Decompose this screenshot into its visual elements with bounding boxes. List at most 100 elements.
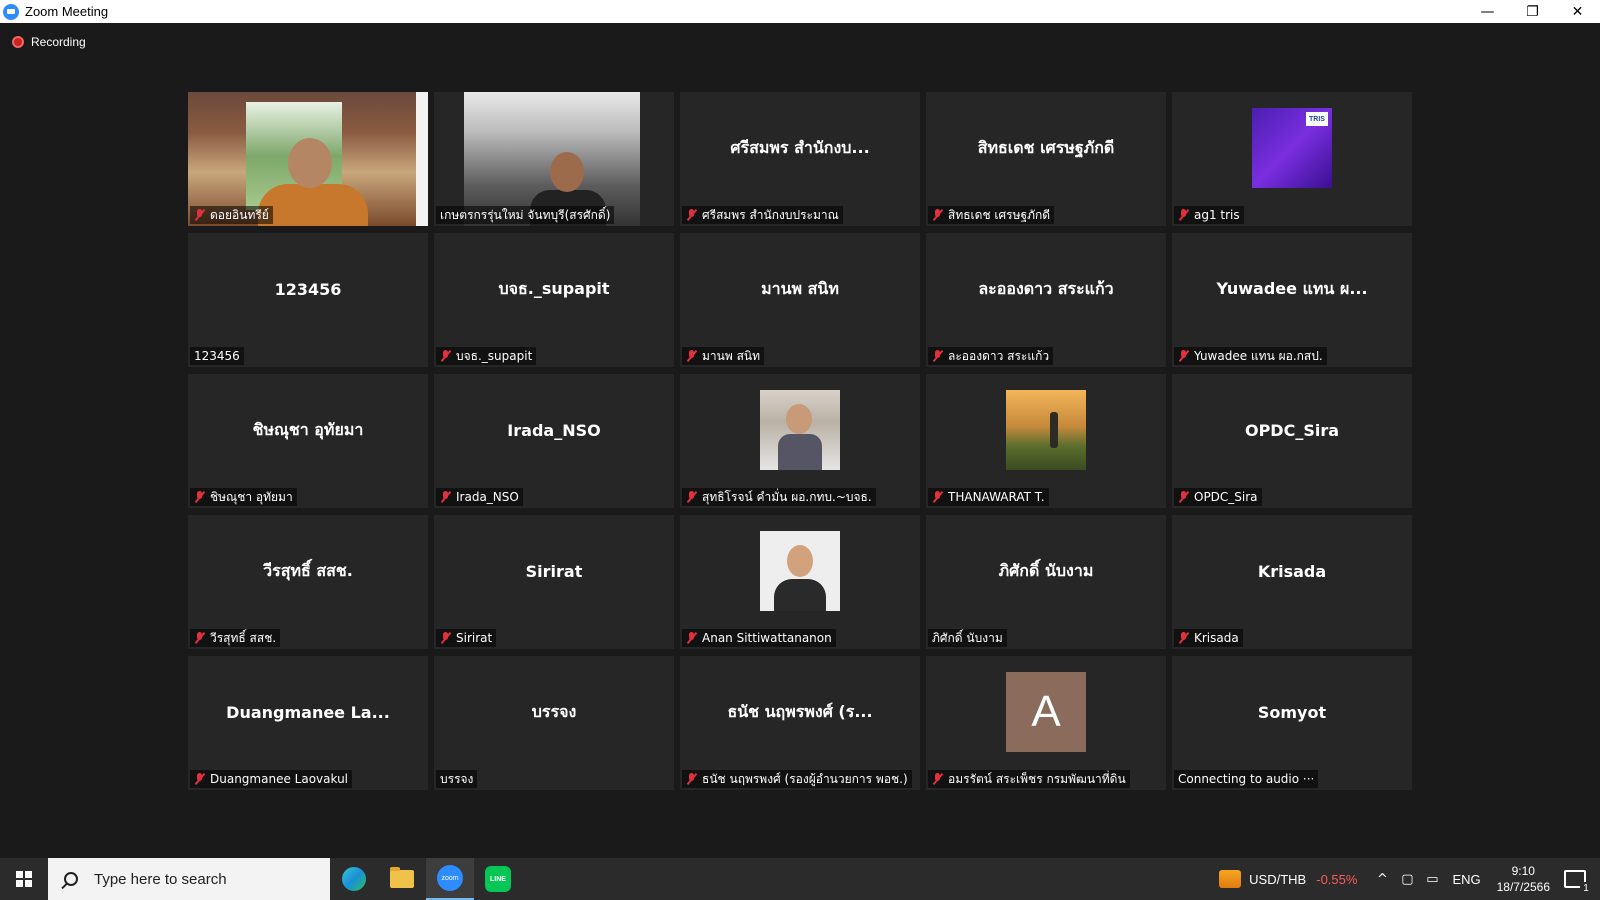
zoom-app-icon <box>3 3 19 20</box>
participant-name-label: สิทธเดช เศรษฐภักดี <box>928 206 1055 224</box>
participant-display-name: มานพ สนิท <box>761 278 839 298</box>
recording-dot-icon <box>12 36 24 48</box>
participant-tile[interactable]: ศรีสมพร สำนักงบ... ศรีสมพร สำนักงบประมาณ <box>680 92 920 226</box>
meet-now-icon[interactable]: ▢ <box>1396 872 1418 887</box>
taskbar-search[interactable]: Type here to search <box>48 858 330 900</box>
search-placeholder: Type here to search <box>94 870 227 888</box>
participant-tile[interactable]: A อมรรัตน์ สระเพ็ชร กรมพัฒนาที่ดิน <box>926 656 1166 790</box>
participant-name-label: เกษตรกรรุ่นใหม่ จันทบุรี(สรศักดิ์) <box>436 206 615 224</box>
clock-time: 9:10 <box>1511 864 1535 878</box>
participant-name-label: สุทธิโรจน์ คำมั่น ผอ.กทบ.~บจธ. <box>682 488 876 506</box>
participant-name: บจธ._supapit <box>456 348 533 363</box>
participant-tile[interactable]: THANAWARAT T. <box>926 374 1166 508</box>
network-icon[interactable]: ▭ <box>1421 872 1443 887</box>
participant-tile[interactable]: ละอองดาว สระแก้ว ละอองดาว สระแก้ว <box>926 233 1166 367</box>
close-button[interactable]: ✕ <box>1555 0 1600 23</box>
participant-tile[interactable]: ชิษณุชา อุทัยมา ชิษณุชา อุทัยมา <box>188 374 428 508</box>
line-taskbar-button[interactable]: LINE <box>474 858 522 900</box>
participant-tile[interactable]: ภิศักดิ์ นับงาม ภิศักดิ์ นับงาม <box>926 515 1166 649</box>
participant-tile[interactable]: Anan Sittiwattananon <box>680 515 920 649</box>
start-button[interactable] <box>0 858 48 900</box>
participant-name: อมรรัตน์ สระเพ็ชร กรมพัฒนาที่ดิน <box>948 771 1126 786</box>
profile-avatar <box>760 390 840 470</box>
participant-name-label: บรรจง <box>436 770 478 788</box>
participant-tile[interactable]: ดอยอินทรีย์ <box>188 92 428 226</box>
recording-indicator[interactable]: Recording <box>12 35 86 49</box>
profile-avatar: A <box>1006 672 1086 752</box>
participant-name: สุทธิโรจน์ คำมั่น ผอ.กทบ.~บจธ. <box>702 489 872 504</box>
show-hidden-icons-chevron-icon[interactable]: ^ <box>1371 872 1393 887</box>
mic-muted-icon <box>686 773 697 785</box>
profile-avatar <box>760 531 840 611</box>
mic-muted-icon <box>932 209 943 221</box>
mic-muted-icon <box>440 350 451 362</box>
edge-taskbar-button[interactable] <box>330 858 378 900</box>
participant-name: ชิษณุชา อุทัยมา <box>210 489 293 504</box>
participant-name-label: Irada_NSO <box>436 488 523 506</box>
currency-change: -0.55% <box>1316 871 1358 887</box>
participant-name: THANAWARAT T. <box>948 490 1045 504</box>
participant-name: ภิศักดิ์ นับงาม <box>932 630 1003 645</box>
window-title: Zoom Meeting <box>25 4 109 19</box>
search-icon <box>64 872 78 886</box>
mic-muted-icon <box>686 632 697 644</box>
mic-muted-icon <box>1178 350 1189 362</box>
notification-center-icon[interactable]: 1 <box>1564 870 1592 894</box>
participant-name-label: THANAWARAT T. <box>928 488 1049 506</box>
participant-display-name: Yuwadee แทน ผ... <box>1216 278 1368 298</box>
participant-name-label: Krisada <box>1174 629 1243 647</box>
restore-button[interactable]: ❐ <box>1510 0 1555 23</box>
minimize-button[interactable]: — <box>1465 0 1510 23</box>
participant-display-name: Sirirat <box>525 561 583 581</box>
edge-browser-icon <box>342 867 366 891</box>
zoom-icon: zoom <box>437 865 463 891</box>
tris-logo: TRIS <box>1306 112 1328 126</box>
input-language[interactable]: ENG <box>1452 872 1480 887</box>
participant-name-label: 123456 <box>190 347 244 365</box>
participant-name-label: ชิษณุชา อุทัยมา <box>190 488 297 506</box>
participant-tile[interactable]: ธนัช นฤพรพงศ์ (ร... ธนัช นฤพรพงศ์ (รองผู… <box>680 656 920 790</box>
participant-name-label: ละอองดาว สระแก้ว <box>928 347 1054 365</box>
participant-tile[interactable]: บรรจง บรรจง <box>434 656 674 790</box>
currency-pair[interactable]: USD/THB <box>1249 872 1306 887</box>
file-explorer-taskbar-button[interactable] <box>378 858 426 900</box>
participant-tile[interactable]: วีรสุทธิ์ สสช. วีรสุทธิ์ สสช. <box>188 515 428 649</box>
participant-tile[interactable]: มานพ สนิท มานพ สนิท <box>680 233 920 367</box>
mic-muted-icon <box>932 773 943 785</box>
participant-tile[interactable]: Sirirat Sirirat <box>434 515 674 649</box>
participant-name: ดอยอินทรีย์ <box>210 207 269 222</box>
participant-name-label: Sirirat <box>436 629 497 647</box>
participant-display-name: บจธ._supapit <box>498 278 610 298</box>
participant-tile[interactable]: Duangmanee La... Duangmanee Laovakul <box>188 656 428 790</box>
windows-logo-icon <box>16 871 32 887</box>
participant-tile[interactable]: OPDC_Sira OPDC_Sira <box>1172 374 1412 508</box>
zoom-taskbar-button[interactable]: zoom <box>426 858 474 900</box>
participant-name: 123456 <box>194 349 240 363</box>
clock[interactable]: 9:10 18/7/2566 <box>1497 863 1550 895</box>
participant-tile[interactable]: สุทธิโรจน์ คำมั่น ผอ.กทบ.~บจธ. <box>680 374 920 508</box>
participant-tile[interactable]: Somyot Connecting to audio ··· <box>1172 656 1412 790</box>
participant-tile[interactable]: TRIS ag1 tris <box>1172 92 1412 226</box>
participant-tile[interactable]: Yuwadee แทน ผ... Yuwadee แทน ผอ.กสป. <box>1172 233 1412 367</box>
participant-name: Anan Sittiwattananon <box>702 631 832 645</box>
participant-tile[interactable]: Krisada Krisada <box>1172 515 1412 649</box>
mic-muted-icon <box>194 491 205 503</box>
title-bar: Zoom Meeting — ❐ ✕ <box>0 0 1600 23</box>
mic-muted-icon <box>440 632 451 644</box>
participant-name: Yuwadee แทน ผอ.กสป. <box>1194 348 1323 363</box>
participant-tile[interactable]: เกษตรกรรุ่นใหม่ จันทบุรี(สรศักดิ์) <box>434 92 674 226</box>
participant-name: OPDC_Sira <box>1194 490 1258 504</box>
participant-name-label: ศรีสมพร สำนักงบประมาณ <box>682 206 843 224</box>
participant-tile[interactable]: บจธ._supapit บจธ._supapit <box>434 233 674 367</box>
mic-muted-icon <box>686 491 697 503</box>
participant-name: Sirirat <box>456 631 493 645</box>
mic-muted-icon <box>1178 209 1189 221</box>
participant-display-name: OPDC_Sira <box>1244 420 1340 440</box>
participant-tile[interactable]: สิทธเดช เศรษฐภักดี สิทธเดช เศรษฐภักดี <box>926 92 1166 226</box>
currency-widget-icon[interactable] <box>1219 870 1242 888</box>
profile-avatar <box>1006 390 1086 470</box>
participant-name: ธนัช นฤพรพงศ์ (รองผู้อำนวยการ พอช.) <box>702 771 908 786</box>
participant-tile[interactable]: Irada_NSO Irada_NSO <box>434 374 674 508</box>
participant-tile[interactable]: 123456 123456 <box>188 233 428 367</box>
participant-name: สิทธเดช เศรษฐภักดี <box>948 207 1051 222</box>
